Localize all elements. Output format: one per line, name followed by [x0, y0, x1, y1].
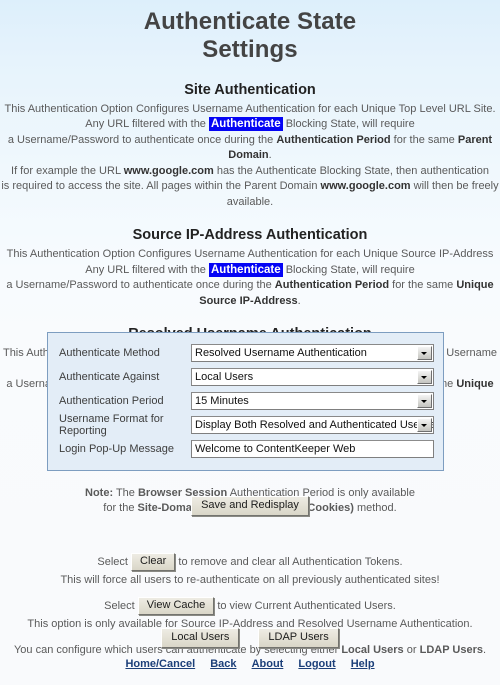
site-auth-line3-c: for the same — [390, 133, 458, 146]
select-username-format-for-reporting[interactable]: Display Both Resolved and Authenticated … — [191, 415, 434, 434]
authenticate-settings-panel: Authenticate Method Resolved Username Au… — [47, 332, 444, 471]
chevron-down-icon[interactable] — [417, 393, 432, 408]
source-ip-line3-a: a Username/Password to authenticate once… — [6, 279, 275, 292]
footer-links: Home/Cancel Back About Logout Help — [0, 658, 500, 670]
source-ip-line-2: Any URL filtered with the Authenticate B… — [0, 262, 500, 279]
source-ip-line3-c: for the same — [389, 279, 457, 292]
chevron-down-icon[interactable] — [417, 369, 432, 384]
view-cache-row: Select View Cache to view Current Authen… — [0, 597, 500, 615]
users-buttons-row: Local Users LDAP Users — [0, 628, 500, 648]
heading-site-authentication: Site Authentication — [184, 81, 316, 98]
page-root: Authenticate State Settings Site Authent… — [0, 0, 500, 685]
page-title: Authenticate State Settings — [0, 0, 500, 65]
label-authentication-period: Authentication Period — [59, 394, 164, 407]
chevron-down-icon[interactable] — [417, 417, 432, 432]
select-authenticate-against-value: Local Users — [195, 370, 254, 383]
site-auth-line5-b: www.google.com — [320, 180, 411, 193]
site-auth-line3-b: Authentication Period — [276, 133, 391, 146]
label-login-popup-message: Login Pop-Up Message — [59, 442, 174, 455]
site-auth-line4-a: If for example the URL — [11, 164, 124, 177]
page-title-line2: Settings — [202, 36, 298, 64]
footer-link-logout[interactable]: Logout — [298, 658, 335, 670]
select-authenticate-method-value: Resolved Username Authentication — [195, 346, 367, 359]
field-row-authentication-period: Authentication Period 15 Minutes — [57, 389, 434, 412]
site-auth-line-5: is required to access the site. All page… — [0, 179, 500, 210]
select-authenticate-method[interactable]: Resolved Username Authentication — [191, 343, 434, 362]
select-authenticate-against[interactable]: Local Users — [191, 367, 434, 386]
source-ip-auth-paragraph: This Authentication Option Configures Us… — [0, 247, 500, 309]
field-row-username-format: Username Format for Reporting Display Bo… — [57, 412, 434, 437]
view-cache-pre-text: Select — [104, 600, 135, 612]
clear-post-text: to remove and clear all Authentication T… — [178, 556, 403, 568]
site-auth-line3-e: . — [268, 149, 272, 162]
site-auth-line4-c: has the Authenticate Blocking State, the… — [213, 164, 489, 177]
source-ip-line2-pre: Any URL filtered with the — [85, 263, 209, 276]
site-auth-line2-post: Blocking State, will require — [282, 118, 415, 131]
field-row-authenticate-against: Authenticate Against Local Users — [57, 365, 434, 388]
site-auth-line5-a: is required to access the site. All page… — [1, 180, 321, 193]
save-button-row: Save and Redisplay — [0, 496, 500, 516]
select-authentication-period-value: 15 Minutes — [195, 394, 249, 407]
label-authenticate-method: Authenticate Method — [59, 346, 160, 359]
site-auth-line-2: Any URL filtered with the Authenticate B… — [0, 117, 500, 133]
view-cache-post-text: to view Current Authenticated Users. — [217, 600, 396, 612]
source-ip-line-3: a Username/Password to authenticate once… — [0, 278, 500, 309]
source-ip-line-1: This Authentication Option Configures Us… — [6, 248, 494, 261]
site-auth-line-1: This Authentication Option Configures Us… — [4, 102, 496, 115]
field-row-login-popup-message: Login Pop-Up Message — [57, 437, 434, 460]
heading-source-ip-authentication: Source IP-Address Authentication — [132, 227, 368, 244]
site-auth-line2-pre: Any URL filtered with the — [85, 118, 209, 131]
save-and-redisplay-button[interactable]: Save and Redisplay — [191, 496, 309, 516]
source-ip-line3-b: Authentication Period — [274, 279, 390, 292]
page-title-line1: Authenticate State — [143, 8, 357, 35]
chevron-down-icon[interactable] — [417, 345, 432, 360]
local-users-button[interactable]: Local Users — [161, 628, 240, 648]
authenticate-highlight-source-ip: Authenticate — [208, 262, 283, 277]
select-username-format-value: Display Both Resolved and Authenticated … — [195, 418, 434, 431]
clear-tokens-row: Select Clear to remove and clear all Aut… — [0, 553, 500, 571]
input-login-popup-message[interactable] — [191, 439, 434, 458]
field-row-authenticate-method: Authenticate Method Resolved Username Au… — [57, 341, 434, 364]
view-cache-button[interactable]: View Cache — [137, 597, 215, 615]
clear-button[interactable]: Clear — [131, 553, 176, 571]
footer-link-home-cancel[interactable]: Home/Cancel — [125, 658, 195, 670]
label-username-format-for-reporting: Username Format for Reporting — [59, 412, 164, 437]
site-auth-line-3: a Username/Password to authenticate once… — [0, 133, 500, 164]
footer-link-about[interactable]: About — [252, 658, 284, 670]
clear-tokens-note: This will force all users to re-authenti… — [60, 574, 440, 586]
clear-pre-text: Select — [97, 556, 128, 568]
site-auth-line4-b: www.google.com — [123, 164, 214, 177]
ldap-users-button[interactable]: LDAP Users — [258, 628, 339, 648]
site-auth-paragraph: This Authentication Option Configures Us… — [0, 102, 500, 211]
source-ip-line2-post: Blocking State, will require — [282, 263, 415, 276]
select-authentication-period[interactable]: 15 Minutes — [191, 391, 434, 410]
label-authenticate-against: Authenticate Against — [59, 370, 160, 383]
footer-link-help[interactable]: Help — [351, 658, 375, 670]
source-ip-line3-e: . — [297, 294, 301, 307]
authenticate-highlight-site: Authenticate — [208, 117, 283, 132]
footer-link-back[interactable]: Back — [210, 658, 236, 670]
site-auth-line-4: If for example the URL www.google.com ha… — [0, 164, 500, 180]
site-auth-line3-a: a Username/Password to authenticate once… — [7, 133, 277, 146]
